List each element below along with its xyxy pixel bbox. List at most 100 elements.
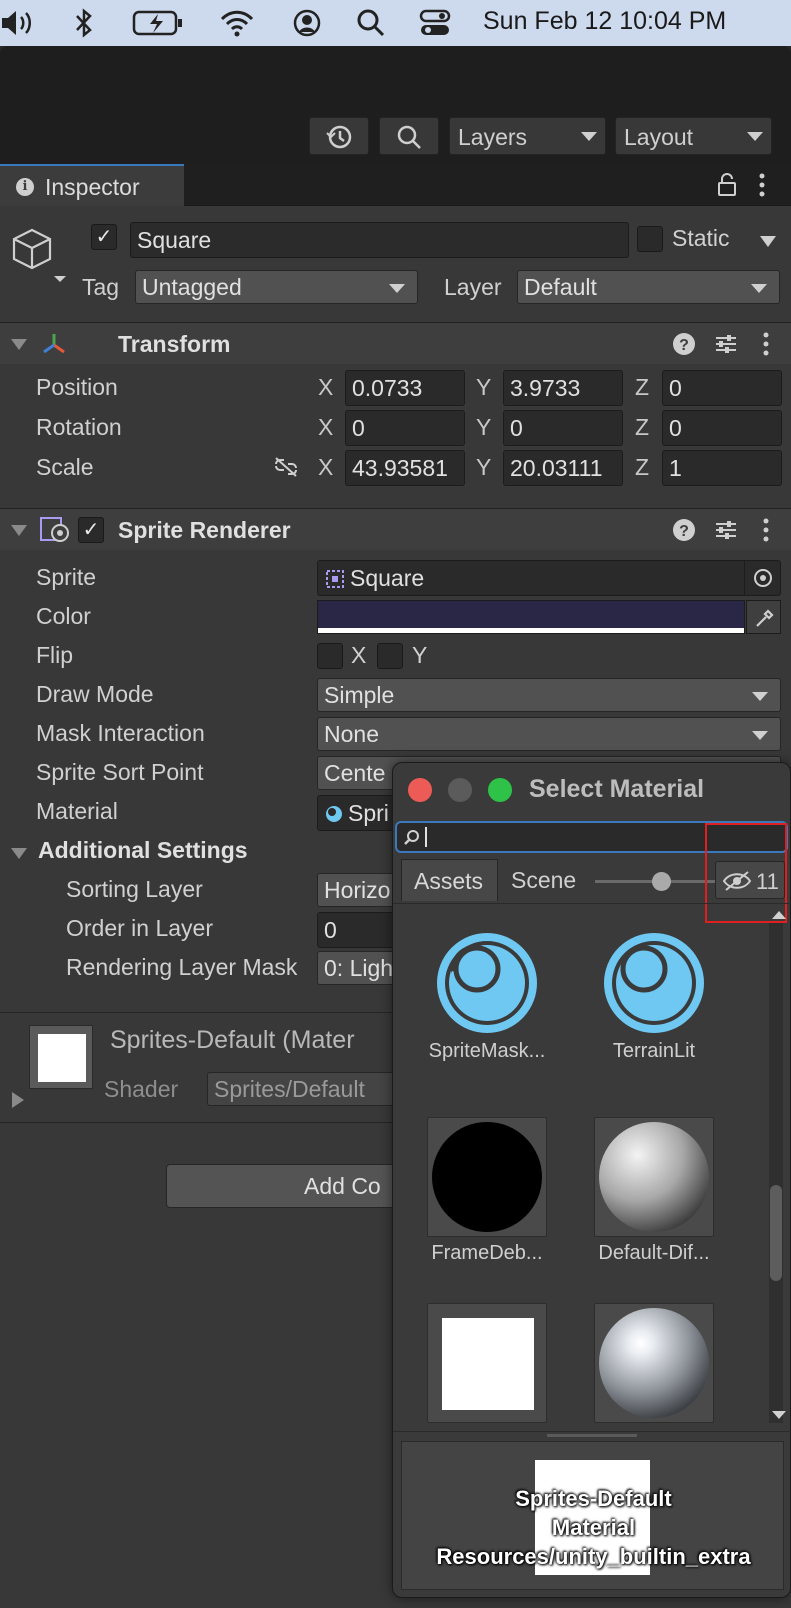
tab-assets[interactable]: Assets <box>401 859 498 901</box>
scrollbar-thumb[interactable] <box>770 1185 782 1281</box>
wifi-icon[interactable] <box>220 8 254 44</box>
slider-knob[interactable] <box>652 872 671 891</box>
item-caption: TerrainLit <box>612 1040 696 1062</box>
thumbnail-size-slider[interactable] <box>595 872 715 891</box>
rendering-layer-mask-value: 0: Ligh <box>324 955 394 981</box>
kebab-menu-icon[interactable] <box>756 172 768 198</box>
tab-inspector[interactable]: i Inspector <box>0 164 184 207</box>
shader-dropdown[interactable]: Sprites/Default <box>207 1072 407 1106</box>
history-button[interactable] <box>309 117 369 155</box>
bluetooth-icon[interactable] <box>72 8 96 44</box>
active-checkbox[interactable]: ✓ <box>91 224 117 250</box>
layers-dropdown[interactable]: Layers <box>449 117 606 155</box>
flip-x-label: X <box>351 642 367 668</box>
draw-mode-dropdown[interactable]: Simple <box>317 678 781 712</box>
fold-arrow-icon[interactable] <box>11 339 27 350</box>
toolbar-search-button[interactable] <box>379 117 439 155</box>
history-icon <box>326 125 352 149</box>
material-icon <box>326 806 342 822</box>
help-icon[interactable]: ? <box>672 518 696 542</box>
menubar-clock[interactable]: Sun Feb 12 10:04 PM <box>483 7 726 36</box>
transform-header[interactable]: Transform ? <box>0 322 791 364</box>
material-item-spritemask[interactable]: SpriteMask... <box>407 931 567 1101</box>
scroll-down-arrow[interactable] <box>772 1411 786 1419</box>
position-z-field[interactable]: 0 <box>662 370 782 406</box>
axis-y-label: Y <box>476 454 492 480</box>
shiny-sphere <box>599 1308 709 1418</box>
lock-icon[interactable] <box>716 172 738 198</box>
material-item-shiny[interactable] <box>574 1303 734 1423</box>
sprite-renderer-header[interactable]: ✓ Sprite Renderer ? <box>0 508 791 550</box>
draw-mode-label: Draw Mode <box>36 681 154 707</box>
color-swatch[interactable] <box>317 600 745 634</box>
eyedropper-button[interactable] <box>746 600 781 634</box>
add-component-button[interactable]: Add Co <box>166 1164 406 1208</box>
search-icon[interactable] <box>356 8 386 44</box>
splitter-handle[interactable] <box>547 1434 637 1437</box>
position-label: Position <box>36 374 118 400</box>
rotation-y-field[interactable]: 0 <box>503 410 623 446</box>
material-label: Material <box>36 798 118 824</box>
control-center-icon[interactable] <box>418 8 452 44</box>
scale-label: Scale <box>36 454 94 480</box>
zoom-window-button[interactable] <box>488 778 512 802</box>
scale-z-field[interactable]: 1 <box>662 450 782 486</box>
battery-icon[interactable] <box>132 8 184 44</box>
flip-x-checkbox[interactable] <box>317 643 343 669</box>
alpha-bar <box>318 628 744 633</box>
user-icon[interactable] <box>292 8 322 44</box>
gameobject-cube-icon[interactable] <box>12 226 66 284</box>
additional-settings-foldout[interactable]: Additional Settings <box>38 837 248 864</box>
chevron-down-icon <box>752 731 768 740</box>
static-label: Static <box>672 225 730 251</box>
item-caption: SpriteMask... <box>428 1040 546 1062</box>
unlinked-scale-icon[interactable] <box>272 456 300 478</box>
grey-sphere <box>599 1122 709 1232</box>
scale-x-field[interactable]: 43.93581 <box>345 450 465 486</box>
static-checkbox[interactable] <box>637 226 663 252</box>
help-icon[interactable]: ? <box>672 332 696 356</box>
close-window-button[interactable] <box>408 778 432 802</box>
object-name-field[interactable]: Square <box>130 222 629 258</box>
sprite-renderer-enabled-checkbox[interactable]: ✓ <box>78 517 104 543</box>
preset-settings-icon[interactable] <box>714 332 738 356</box>
scrollbar-track[interactable] <box>769 923 783 1423</box>
minimize-window-button[interactable] <box>448 778 472 802</box>
sprite-object-field[interactable]: Square <box>317 560 781 596</box>
position-y-field[interactable]: 3.9733 <box>503 370 623 406</box>
rotation-x-field[interactable]: 0 <box>345 410 465 446</box>
volume-icon[interactable] <box>0 8 40 44</box>
rotation-z-field[interactable]: 0 <box>662 410 782 446</box>
item-caption: Default-Dif... <box>598 1242 710 1264</box>
draw-mode-value: Simple <box>324 682 395 708</box>
tab-scene[interactable]: Scene <box>499 859 599 901</box>
sprite-label: Sprite <box>36 564 97 590</box>
position-x-field[interactable]: 0.0733 <box>345 370 465 406</box>
axis-x-label: X <box>318 374 334 400</box>
object-picker-button[interactable] <box>744 561 780 595</box>
kebab-menu-icon[interactable] <box>760 332 772 356</box>
kebab-menu-icon[interactable] <box>760 518 772 542</box>
preview-details: Sprites-Default Material Resources/unity… <box>402 1484 785 1571</box>
layer-dropdown[interactable]: Default <box>517 270 780 304</box>
scale-y-field[interactable]: 20.03111 <box>503 450 623 486</box>
preset-settings-icon[interactable] <box>714 518 738 542</box>
preview-path: Resources/unity_builtin_extra <box>436 1544 751 1569</box>
flip-label: Flip <box>36 642 74 668</box>
flip-y-checkbox[interactable] <box>377 643 403 669</box>
mask-interaction-dropdown[interactable]: None <box>317 717 781 751</box>
fold-arrow-icon[interactable] <box>11 525 27 536</box>
material-item-framedebug[interactable]: FrameDeb... <box>407 1117 567 1287</box>
tag-label: Tag <box>82 274 120 300</box>
scroll-up-arrow[interactable] <box>772 911 786 919</box>
axis-y-label: Y <box>476 374 492 400</box>
expand-arrow-icon[interactable] <box>12 1092 24 1108</box>
material-item-terrainlit[interactable]: TerrainLit <box>574 931 734 1101</box>
preview-type: Material <box>551 1515 636 1540</box>
fold-arrow-icon[interactable] <box>11 848 27 859</box>
material-item-default-diffuse[interactable]: Default-Dif... <box>574 1117 734 1287</box>
layout-dropdown[interactable]: Layout <box>615 117 772 155</box>
static-dropdown-icon[interactable] <box>760 236 776 247</box>
material-item-sprites-default[interactable] <box>407 1303 567 1423</box>
tag-dropdown[interactable]: Untagged <box>135 270 418 304</box>
